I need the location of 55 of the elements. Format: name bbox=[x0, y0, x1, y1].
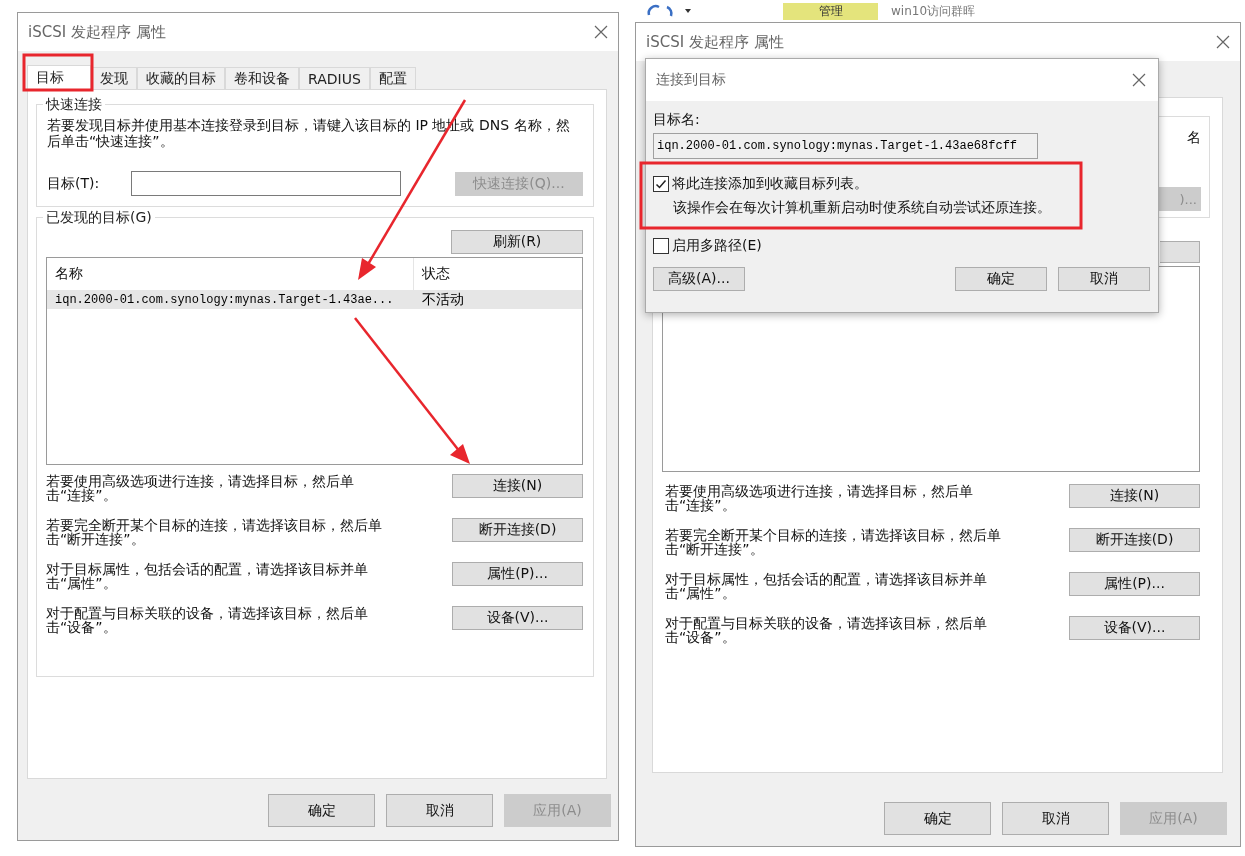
window-title: iSCSI 发起程序 属性 bbox=[646, 32, 784, 52]
highlight-box bbox=[22, 53, 94, 92]
folder-title: win10访问群晖 bbox=[891, 2, 976, 20]
ok-button[interactable]: 确定 bbox=[955, 267, 1047, 291]
dialog-button[interactable]: 取消 bbox=[1002, 802, 1109, 835]
tab[interactable]: 卷和设备 bbox=[225, 67, 299, 89]
instruction-text: 对于目标属性，包括会话的配置，请选择该目标并单击“属性”。 bbox=[665, 572, 988, 600]
tab[interactable]: 收藏的目标 bbox=[137, 67, 225, 89]
checkbox-label[interactable]: 将此连接添加到收藏目标列表。 bbox=[672, 175, 868, 193]
instruction-text: 对于目标属性，包括会话的配置，请选择该目标并单击“属性”。 bbox=[46, 562, 369, 590]
action-button[interactable]: 设备(V)... bbox=[1069, 616, 1200, 640]
description-text: 名 bbox=[1187, 129, 1201, 147]
dialog-button[interactable]: 确定 bbox=[268, 794, 375, 827]
close-icon[interactable] bbox=[1132, 73, 1146, 87]
action-button[interactable]: 连接(N) bbox=[1069, 484, 1200, 508]
tab[interactable]: 目标 bbox=[27, 65, 91, 89]
tab[interactable]: 配置 bbox=[369, 67, 416, 89]
action-button[interactable]: 属性(P)... bbox=[1069, 572, 1200, 596]
action-button[interactable]: 断开连接(D) bbox=[452, 518, 583, 542]
instruction-text: 若要完全断开某个目标的连接，请选择该目标，然后单击“断开连接”。 bbox=[665, 528, 1002, 556]
target-row[interactable]: iqn.2000-01.com.synology:mynas.Target-1.43ae... 不活动 bbox=[47, 290, 582, 309]
cancel-button[interactable]: 取消 bbox=[1058, 267, 1150, 291]
instruction-text: 对于配置与目标关联的设备，请选择该目标，然后单击“设备”。 bbox=[46, 606, 369, 634]
instruction-text: 若要使用高级选项进行连接，请选择目标，然后单击“连接”。 bbox=[46, 474, 355, 502]
advanced-button[interactable]: 高级(A)... bbox=[653, 267, 745, 291]
group-title: 已发现的目标(G) bbox=[43, 209, 155, 227]
field-label: 目标(T): bbox=[47, 174, 101, 193]
dialog-button[interactable]: 取消 bbox=[386, 794, 493, 827]
action-button[interactable]: 设备(V)... bbox=[452, 606, 583, 630]
window-title: iSCSI 发起程序 属性 bbox=[28, 22, 166, 42]
refresh-button[interactable]: 刷新(R) bbox=[451, 230, 583, 254]
option-note: 该操作会在每次计算机重新启动时使系统自动尝试还原连接。 bbox=[673, 199, 1052, 217]
tab[interactable]: RADIUS bbox=[299, 67, 370, 89]
checkbox[interactable] bbox=[653, 176, 669, 192]
dialog-title: 连接到目标 bbox=[656, 71, 726, 89]
dialog-button[interactable]: 确定 bbox=[884, 802, 991, 835]
instruction-text: 若要使用高级选项进行连接，请选择目标，然后单击“连接”。 bbox=[665, 484, 974, 512]
action-button[interactable]: 连接(N) bbox=[452, 474, 583, 498]
group-title: 快速连接 bbox=[43, 96, 105, 114]
action-button[interactable]: 断开连接(D) bbox=[1069, 528, 1200, 552]
column-header[interactable]: 状态 bbox=[414, 258, 582, 290]
ribbon-tab[interactable]: 管理 bbox=[783, 2, 878, 20]
target-name-field[interactable]: iqn.2000-01.com.synology:mynas.Target-1.43ae68fcff bbox=[653, 133, 1038, 159]
action-button[interactable]: 属性(P)... bbox=[452, 562, 583, 586]
table-cell-text: 不活动 bbox=[421, 290, 465, 309]
close-icon[interactable] bbox=[1216, 35, 1230, 49]
table-cell-text: iqn.2000-01.com.synology:mynas.Target-1.43ae... bbox=[54, 292, 395, 307]
target-field[interactable] bbox=[131, 171, 401, 196]
field-label: 目标名: bbox=[653, 111, 701, 129]
tab[interactable]: 发现 bbox=[91, 67, 137, 89]
instruction-text: 若要完全断开某个目标的连接，请选择该目标，然后单击“断开连接”。 bbox=[46, 518, 383, 546]
checkbox[interactable] bbox=[653, 238, 669, 254]
checkbox-label[interactable]: 启用多路径(E) bbox=[672, 237, 762, 255]
instruction-text: 对于配置与目标关联的设备，请选择该目标，然后单击“设备”。 bbox=[665, 616, 988, 644]
close-icon[interactable] bbox=[594, 25, 608, 39]
